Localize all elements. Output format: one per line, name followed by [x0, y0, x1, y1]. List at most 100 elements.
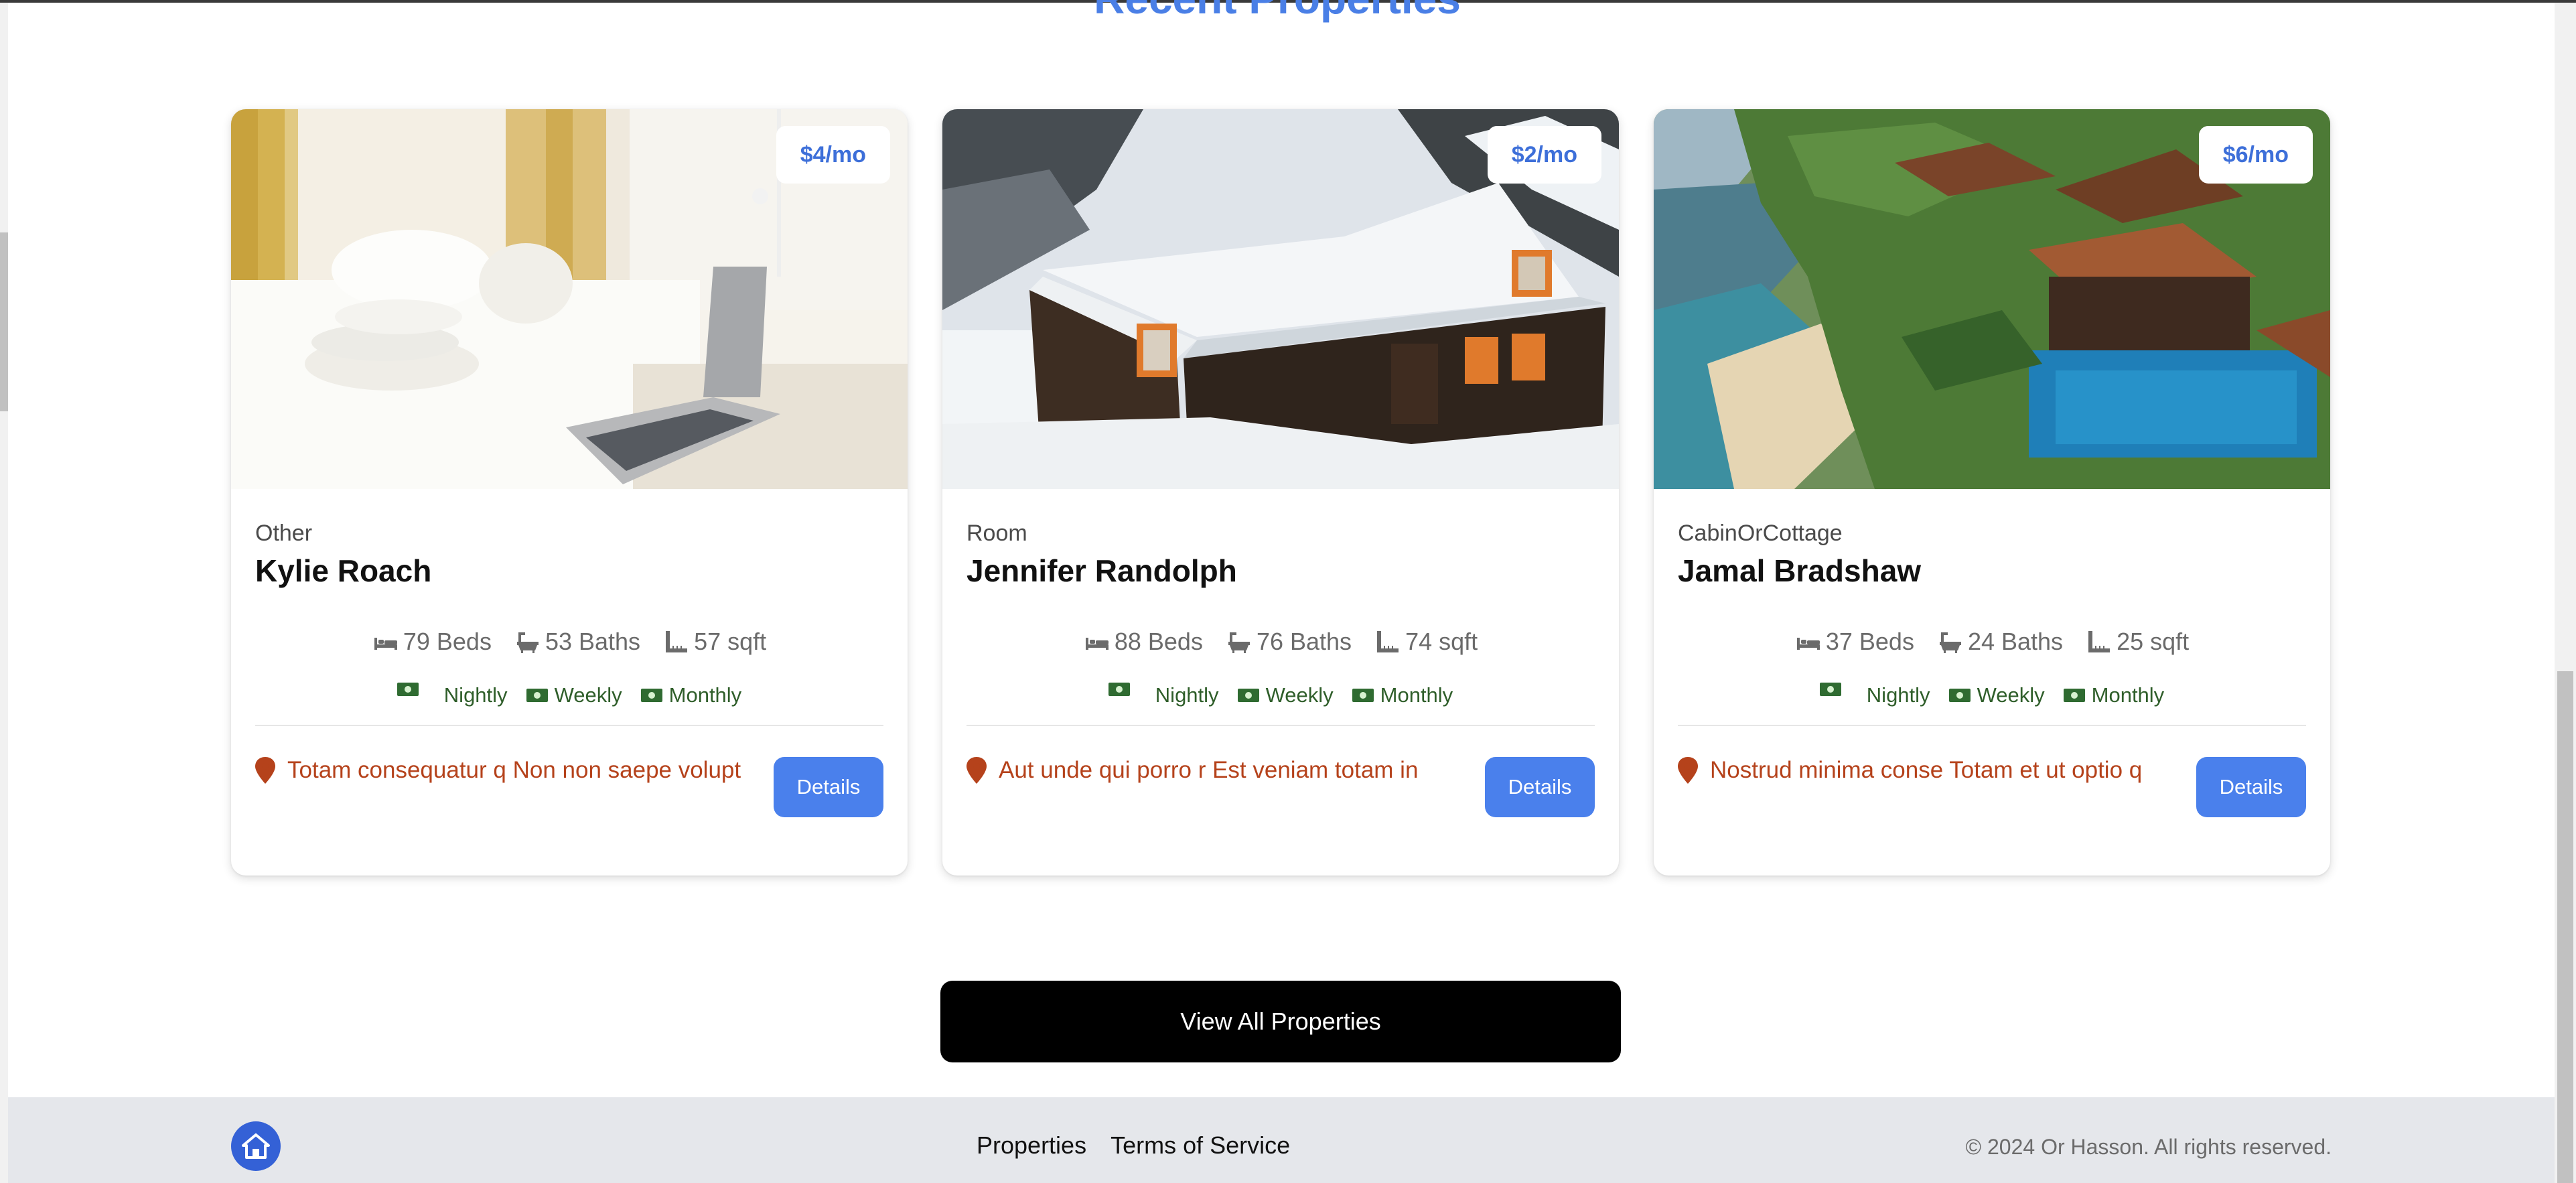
footer-logo[interactable] [231, 1121, 281, 1171]
sqft-count: 25 sqft [2117, 628, 2190, 655]
left-scrollbar[interactable] [0, 3, 8, 1183]
ruler-icon [666, 631, 688, 652]
ruler-icon [2088, 631, 2110, 652]
cash-icon [397, 683, 419, 696]
rate-label: Nightly [443, 683, 508, 707]
rate-nightly: Nightly [1108, 682, 1219, 709]
bed-icon [1796, 638, 1820, 650]
house-icon [242, 1133, 270, 1159]
map-pin-icon [1678, 757, 1698, 784]
rate-label: Monthly [1380, 683, 1453, 707]
view-all-properties-button[interactable]: View All Properties [940, 981, 1621, 1062]
cash-icon [1352, 689, 1374, 702]
cash-icon [2063, 689, 2085, 702]
beds-stat: 79 Beds [372, 627, 492, 656]
rate-options: Nightly Weekly Monthly [967, 682, 1595, 709]
rate-options: Nightly Weekly Monthly [1678, 682, 2306, 709]
sqft-count: 74 sqft [1405, 628, 1478, 655]
page-scrollbar[interactable] [2555, 3, 2576, 1183]
section-title: Recent Properties [0, 0, 2555, 25]
details-button[interactable]: Details [1485, 757, 1595, 817]
bath-icon [516, 632, 539, 653]
sqft-stat: 74 sqft [1374, 627, 1478, 656]
baths-count: 76 Baths [1256, 628, 1352, 655]
ruler-icon [1377, 631, 1399, 652]
baths-count: 53 Baths [545, 628, 641, 655]
baths-count: 24 Baths [1967, 628, 2064, 655]
rate-monthly: Monthly [2063, 682, 2165, 709]
location-text: Nostrud minima conse Totam et ut optio q [1710, 757, 2143, 783]
baths-stat: 24 Baths [1937, 627, 2063, 656]
rate-label: Nightly [1155, 683, 1219, 707]
rate-label: Weekly [554, 683, 622, 707]
baths-stat: 53 Baths [514, 627, 640, 656]
cash-icon [1819, 683, 1841, 696]
rate-weekly: Weekly [1237, 682, 1334, 709]
property-image[interactable]: $4/mo [231, 109, 908, 489]
card-divider [1678, 725, 2306, 726]
bath-icon [1228, 632, 1250, 653]
property-stats: 37 Beds 24 Baths 25 sqft [1678, 627, 2306, 656]
footer-link-terms[interactable]: Terms of Service [1111, 1131, 1290, 1160]
property-type: Other [255, 520, 313, 546]
bath-icon [1939, 632, 1961, 653]
sqft-stat: 25 sqft [2086, 627, 2189, 656]
rate-nightly: Nightly [397, 682, 508, 709]
property-card: $4/mo Other Kylie Roach 79 Beds 53 Baths… [231, 109, 908, 876]
rate-label: Monthly [2091, 683, 2165, 707]
cash-icon [640, 689, 662, 702]
bed-icon [1085, 638, 1108, 650]
property-type: CabinOrCottage [1678, 520, 1843, 546]
location-text: Aut unde qui porro r Est veniam totam in [999, 757, 1419, 783]
price-badge: $4/mo [776, 126, 890, 184]
rate-label: Nightly [1866, 683, 1930, 707]
location-text: Totam consequatur q Non non saepe volupt [287, 757, 741, 783]
beds-stat: 37 Beds [1795, 627, 1914, 656]
sqft-count: 57 sqft [694, 628, 767, 655]
cash-icon [1948, 689, 1971, 702]
rate-options: Nightly Weekly Monthly [255, 682, 883, 709]
rate-label: Weekly [1265, 683, 1334, 707]
property-location: Aut unde qui porro r Est veniam totam in [967, 756, 1418, 785]
rate-weekly: Weekly [526, 682, 622, 709]
property-name: Kylie Roach [255, 553, 432, 588]
price-badge: $2/mo [1487, 126, 1601, 184]
copyright-text: © 2024 Or Hasson. All rights reserved. [1965, 1135, 2332, 1159]
property-location: Totam consequatur q Non non saepe volupt [255, 756, 741, 785]
rate-monthly: Monthly [1352, 682, 1453, 709]
property-location: Nostrud minima conse Totam et ut optio q [1678, 756, 2142, 785]
footer-link-properties[interactable]: Properties [977, 1131, 1086, 1160]
cash-icon [526, 689, 548, 702]
property-name: Jennifer Randolph [967, 553, 1237, 588]
rate-monthly: Monthly [640, 682, 742, 709]
details-button[interactable]: Details [774, 757, 883, 817]
footer: Properties Terms of Service © 2024 Or Ha… [8, 1097, 2555, 1183]
property-card: $6/mo CabinOrCottage Jamal Bradshaw 37 B… [1654, 109, 2330, 876]
property-card: $2/mo Room Jennifer Randolph 88 Beds 76 … [942, 109, 1619, 876]
rate-nightly: Nightly [1819, 682, 1930, 709]
property-stats: 88 Beds 76 Baths 74 sqft [967, 627, 1595, 656]
property-name: Jamal Bradshaw [1678, 553, 1922, 588]
bed-icon [374, 638, 397, 650]
footer-nav: Properties Terms of Service [977, 1131, 1290, 1160]
beds-count: 88 Beds [1114, 628, 1203, 655]
card-divider [967, 725, 1595, 726]
property-image[interactable]: $6/mo [1654, 109, 2330, 489]
property-stats: 79 Beds 53 Baths 57 sqft [255, 627, 883, 656]
beds-count: 37 Beds [1825, 628, 1914, 655]
map-pin-icon [255, 757, 275, 784]
price-badge: $6/mo [2198, 126, 2313, 184]
rate-label: Weekly [1977, 683, 2045, 707]
map-pin-icon [967, 757, 987, 784]
property-image[interactable]: $2/mo [942, 109, 1619, 489]
cash-icon [1237, 689, 1259, 702]
beds-stat: 88 Beds [1084, 627, 1203, 656]
rate-label: Monthly [668, 683, 742, 707]
page-scrollbar-thumb[interactable] [2557, 671, 2573, 1183]
details-button[interactable]: Details [2196, 757, 2306, 817]
cash-icon [1108, 683, 1130, 696]
baths-stat: 76 Baths [1226, 627, 1352, 656]
sqft-stat: 57 sqft [663, 627, 766, 656]
left-scrollbar-thumb[interactable] [0, 232, 8, 411]
property-type: Room [967, 520, 1027, 546]
